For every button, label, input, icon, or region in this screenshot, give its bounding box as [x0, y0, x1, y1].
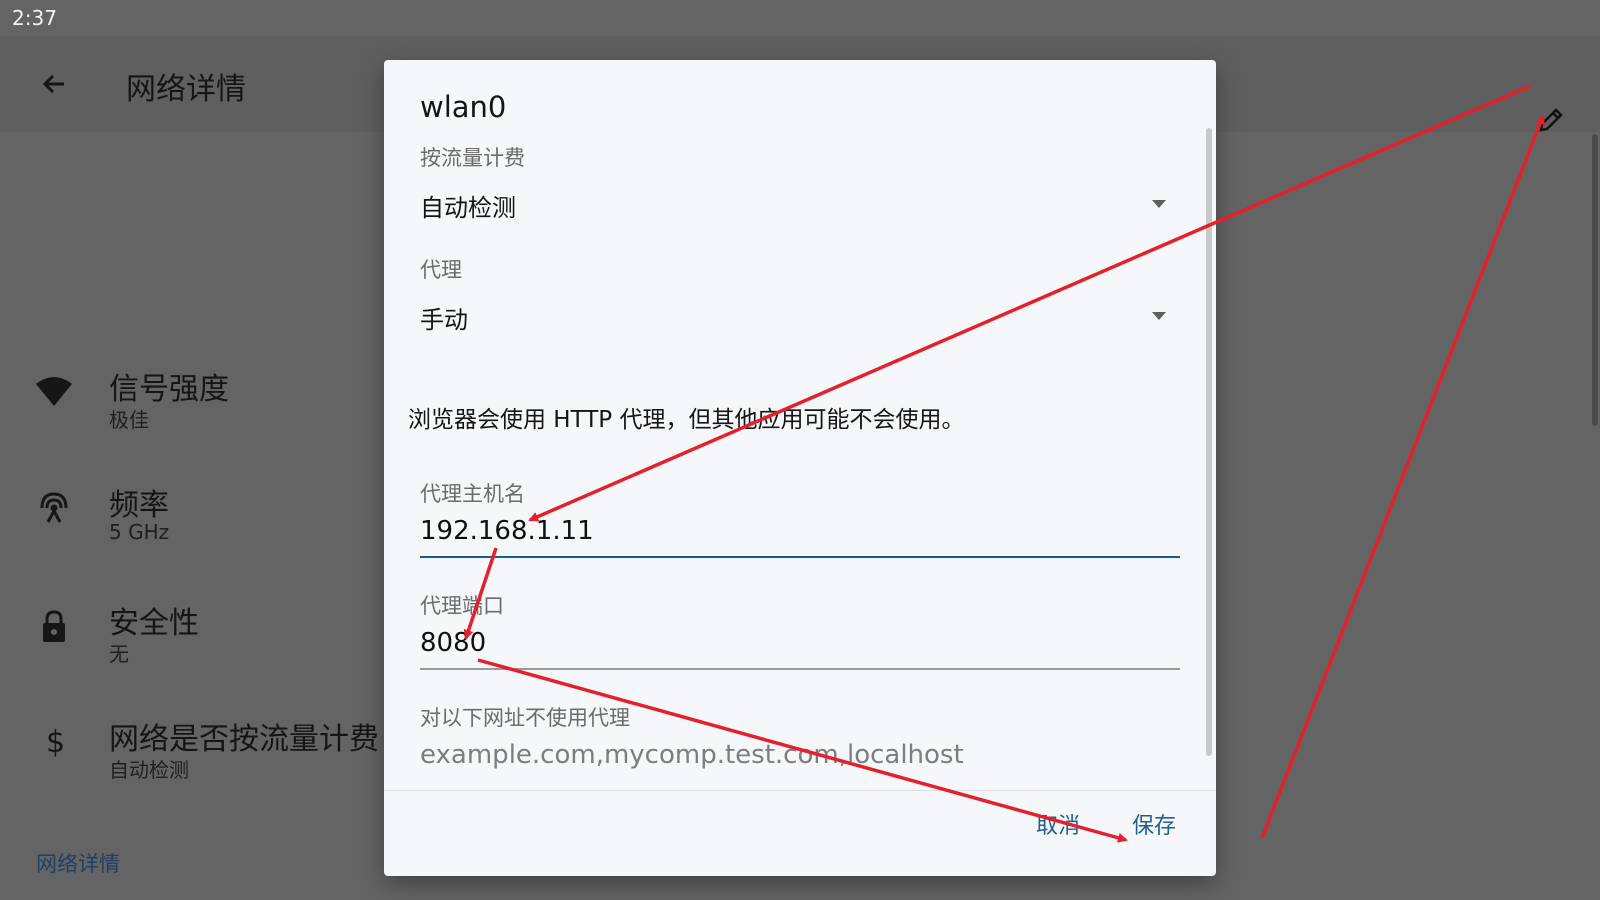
page-title: 网络详情	[126, 72, 246, 107]
detail-title: 信号强度	[109, 372, 229, 407]
dialog-scrollbar[interactable]	[1206, 128, 1212, 756]
proxy-hostname-input[interactable]: 192.168.1.11	[420, 512, 1180, 558]
detail-title: 安全性	[109, 606, 199, 641]
detail-value: 自动检测	[109, 758, 189, 782]
proxy-label: 代理	[420, 258, 462, 282]
wifi-signal-icon	[34, 372, 74, 412]
status-time: 2:37	[12, 6, 57, 30]
lock-icon	[34, 606, 74, 646]
detail-security: 安全性 无	[0, 598, 380, 688]
svg-text:$: $	[46, 725, 65, 760]
dialog-divider	[384, 790, 1216, 791]
bypass-input[interactable]: example.com,mycomp.test.com,localhost	[420, 736, 1180, 780]
frequency-icon	[34, 486, 74, 526]
metered-label: 按流量计费	[420, 146, 525, 170]
dropdown-arrow-icon	[1152, 312, 1166, 320]
proxy-hostname-value: 192.168.1.11	[420, 516, 594, 546]
metered-value: 自动检测	[420, 194, 516, 222]
proxy-hostname-label: 代理主机名	[420, 482, 525, 506]
status-bar: 2:37	[0, 0, 1600, 36]
detail-title: 网络是否按流量计费	[109, 722, 379, 757]
proxy-port-input[interactable]: 8080	[420, 624, 1180, 670]
detail-title: 频率	[109, 488, 169, 523]
page-scrollbar[interactable]	[1592, 134, 1598, 426]
proxy-dropdown[interactable]: 手动	[420, 294, 1180, 338]
dialog-title: wlan0	[420, 90, 507, 124]
proxy-hint: 浏览器会使用 HTTP 代理，但其他应用可能不会使用。	[408, 407, 965, 433]
detail-value: 5 GHz	[109, 520, 170, 544]
section-header: 网络详情	[36, 852, 120, 876]
proxy-port-value: 8080	[420, 628, 487, 658]
pencil-icon[interactable]	[1535, 104, 1567, 136]
save-button[interactable]: 保存	[1132, 808, 1176, 840]
proxy-value: 手动	[420, 306, 468, 334]
bypass-label: 对以下网址不使用代理	[420, 706, 630, 730]
dollar-icon: $	[34, 720, 74, 760]
arrow-back-icon[interactable]	[38, 68, 70, 100]
detail-value: 无	[109, 642, 129, 666]
cancel-button[interactable]: 取消	[1036, 808, 1080, 840]
metered-dropdown[interactable]: 自动检测	[420, 182, 1180, 226]
proxy-port-label: 代理端口	[420, 594, 504, 618]
detail-frequency: 频率 5 GHz	[0, 480, 380, 570]
detail-metered: $ 网络是否按流量计费 自动检测	[0, 714, 380, 804]
network-config-dialog: wlan0 按流量计费 自动检测 代理 手动 浏览器会使用 HTTP 代理，但其…	[384, 60, 1216, 876]
detail-value: 极佳	[109, 408, 149, 432]
annotation-arrow	[1260, 114, 1545, 839]
bypass-placeholder: example.com,mycomp.test.com,localhost	[420, 740, 964, 770]
dropdown-arrow-icon	[1152, 200, 1166, 208]
detail-signal-strength: 信号强度 极佳	[0, 364, 380, 454]
